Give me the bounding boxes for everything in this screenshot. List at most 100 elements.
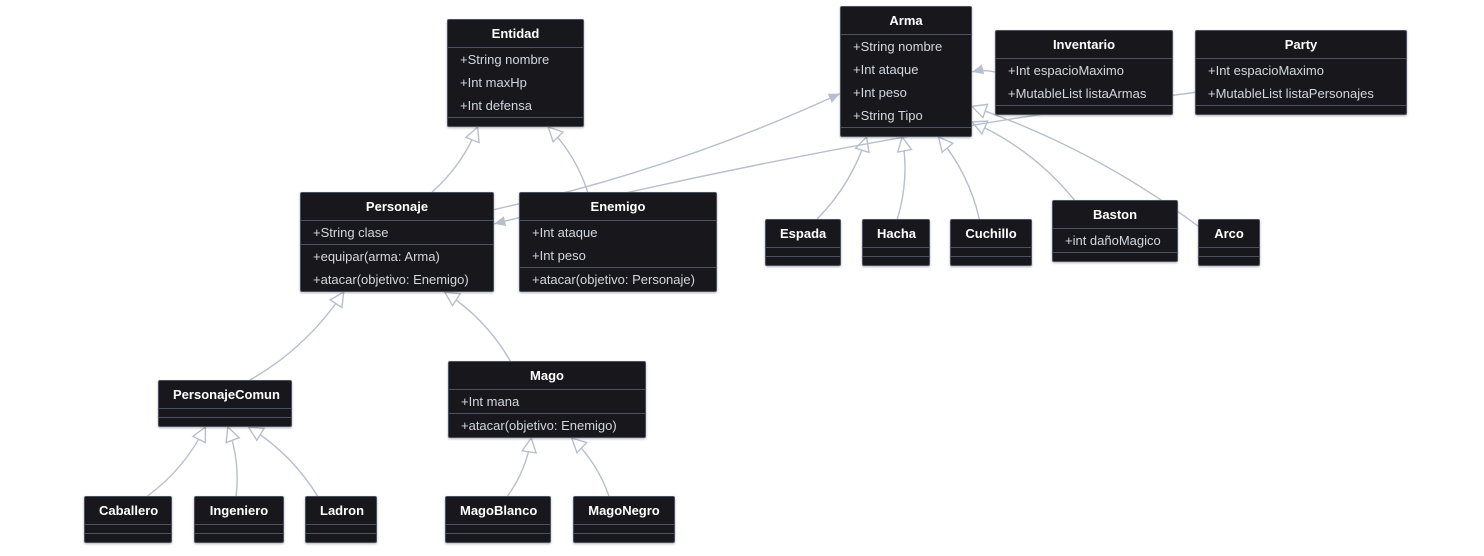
attribute-row: +MutableList listaPersonajes	[1196, 82, 1406, 105]
inheritance-arrow	[817, 137, 866, 219]
class-methods	[448, 118, 583, 126]
inheritance-arrow	[548, 127, 587, 192]
inheritance-arrow	[508, 438, 532, 496]
attribute-row: +String Tipo	[841, 104, 971, 127]
attribute-row: +Int defensa	[448, 94, 583, 117]
attribute-row: +Int mana	[449, 390, 645, 413]
class-methods	[951, 257, 1031, 265]
class-attributes: +int dañoMagico	[1053, 229, 1177, 253]
attribute-row: +int dañoMagico	[1053, 229, 1177, 252]
class-attributes	[195, 525, 283, 534]
class-methods	[306, 534, 376, 542]
class-title: Caballero	[85, 497, 171, 525]
class-methods	[841, 128, 971, 136]
class-title: Inventario	[996, 31, 1172, 59]
inheritance-arrow	[972, 122, 1074, 200]
class-attributes: +Int ataque+Int peso	[520, 221, 716, 268]
inheritance-arrow	[250, 292, 344, 380]
class-methods	[574, 534, 674, 542]
class-title: MagoNegro	[574, 497, 674, 525]
class-title: Espada	[766, 220, 840, 248]
class-methods	[766, 257, 840, 265]
class-methods: +equipar(arma: Arma)+atacar(objetivo: En…	[301, 245, 493, 291]
uml-canvas: Entidad+String nombre+Int maxHp+Int defe…	[0, 0, 1484, 556]
class-methods	[1053, 253, 1177, 261]
class-methods	[863, 257, 929, 265]
inheritance-arrow	[148, 427, 206, 496]
class-attributes	[766, 248, 840, 257]
class-baston[interactable]: Baston+int dañoMagico	[1052, 200, 1178, 262]
class-hacha[interactable]: Hacha	[862, 219, 930, 266]
attribute-row: +MutableList listaArmas	[996, 82, 1172, 105]
inheritance-arrow	[572, 438, 609, 496]
method-row: +atacar(objetivo: Personaje)	[520, 268, 716, 291]
class-methods	[195, 534, 283, 542]
class-mago[interactable]: Mago+Int mana+atacar(objetivo: Enemigo)	[448, 361, 646, 438]
class-inventario[interactable]: Inventario+Int espacioMaximo+MutableList…	[995, 30, 1173, 115]
attribute-row: +Int peso	[841, 81, 971, 104]
class-personaje[interactable]: Personaje+String clase+equipar(arma: Arm…	[300, 192, 494, 292]
class-attributes: +Int espacioMaximo+MutableList listaArma…	[996, 59, 1172, 106]
class-attributes	[574, 525, 674, 534]
class-title: Enemigo	[520, 193, 716, 221]
class-attributes	[446, 525, 550, 534]
class-entidad[interactable]: Entidad+String nombre+Int maxHp+Int defe…	[447, 19, 584, 127]
class-ingeniero[interactable]: Ingeniero	[194, 496, 284, 543]
class-attributes	[306, 525, 376, 534]
class-ladron[interactable]: Ladron	[305, 496, 377, 543]
class-methods	[446, 534, 550, 542]
class-espada[interactable]: Espada	[765, 219, 841, 266]
attribute-row: +Int espacioMaximo	[1196, 59, 1406, 82]
class-title: Entidad	[448, 20, 583, 48]
class-attributes	[863, 248, 929, 257]
inheritance-arrow	[445, 292, 511, 361]
class-methods: +atacar(objetivo: Personaje)	[520, 268, 716, 291]
class-methods	[85, 534, 171, 542]
class-title: Ingeniero	[195, 497, 283, 525]
inheritance-arrow	[939, 137, 980, 219]
method-row: +atacar(objetivo: Enemigo)	[301, 268, 493, 291]
attribute-row: +Int ataque	[520, 221, 716, 244]
class-magoBlanco[interactable]: MagoBlanco	[445, 496, 551, 543]
class-attributes: +String nombre+Int maxHp+Int defensa	[448, 48, 583, 118]
class-attributes	[85, 525, 171, 534]
class-arco[interactable]: Arco	[1198, 219, 1260, 266]
class-attributes	[1199, 248, 1259, 257]
class-cuchillo[interactable]: Cuchillo	[950, 219, 1032, 266]
class-title: Arco	[1199, 220, 1259, 248]
association-arrow	[972, 71, 995, 72]
class-attributes	[951, 248, 1031, 257]
class-attributes: +Int mana	[449, 390, 645, 414]
method-row: +atacar(objetivo: Enemigo)	[449, 414, 645, 437]
attribute-row: +Int ataque	[841, 58, 971, 81]
attribute-row: +String nombre	[841, 35, 971, 58]
class-methods	[996, 106, 1172, 114]
class-caballero[interactable]: Caballero	[84, 496, 172, 543]
class-methods	[159, 418, 291, 426]
class-attributes: +String clase	[301, 221, 493, 245]
class-methods: +atacar(objetivo: Enemigo)	[449, 414, 645, 437]
class-title: Hacha	[863, 220, 929, 248]
class-enemigo[interactable]: Enemigo+Int ataque+Int peso+atacar(objet…	[519, 192, 717, 292]
attribute-row: +Int espacioMaximo	[996, 59, 1172, 82]
class-attributes	[159, 409, 291, 418]
class-title: Arma	[841, 7, 971, 35]
class-title: Cuchillo	[951, 220, 1031, 248]
class-arma[interactable]: Arma+String nombre+Int ataque+Int peso+S…	[840, 6, 972, 137]
class-title: Ladron	[306, 497, 376, 525]
attribute-row: +String nombre	[448, 48, 583, 71]
class-title: Mago	[449, 362, 645, 390]
class-attributes: +Int espacioMaximo+MutableList listaPers…	[1196, 59, 1406, 106]
inheritance-arrow	[432, 127, 478, 192]
inheritance-arrow	[897, 137, 905, 219]
inheritance-arrow	[228, 427, 237, 496]
class-title: Party	[1196, 31, 1406, 59]
class-methods	[1196, 106, 1406, 114]
method-row: +equipar(arma: Arma)	[301, 245, 493, 268]
class-attributes: +String nombre+Int ataque+Int peso+Strin…	[841, 35, 971, 128]
class-personajeComun[interactable]: PersonajeComun	[158, 380, 292, 427]
class-magoNegro[interactable]: MagoNegro	[573, 496, 675, 543]
class-title: Baston	[1053, 201, 1177, 229]
class-title: MagoBlanco	[446, 497, 550, 525]
class-party[interactable]: Party+Int espacioMaximo+MutableList list…	[1195, 30, 1407, 115]
